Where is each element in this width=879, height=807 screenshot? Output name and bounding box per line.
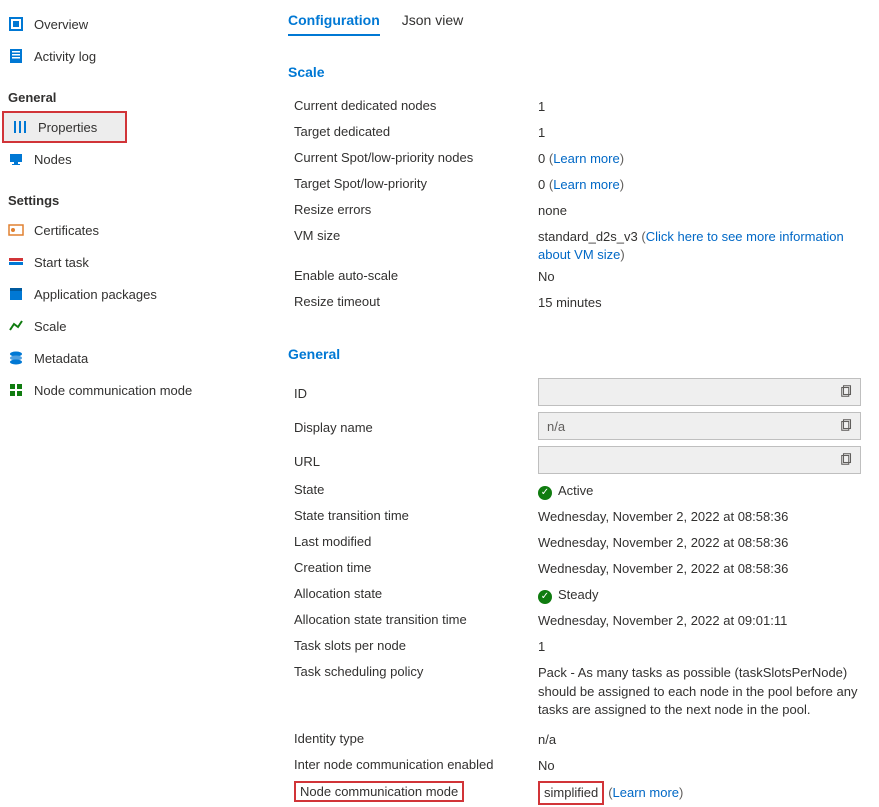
tab-json-view[interactable]: Json view: [402, 12, 463, 36]
sidebar-item-properties[interactable]: Properties: [4, 113, 125, 141]
learn-more-link[interactable]: Learn more: [553, 177, 619, 192]
activity-log-icon: [8, 48, 24, 64]
url-field[interactable]: [538, 446, 861, 474]
tabs: Configuration Json view: [288, 12, 869, 36]
scale-heading: Scale: [288, 64, 869, 80]
sidebar-item-label: Application packages: [34, 287, 157, 302]
highlight-node-comm-label: Node communication mode: [294, 781, 464, 802]
label-allocation-state-transition: Allocation state transition time: [294, 610, 538, 627]
sidebar-item-label: Metadata: [34, 351, 88, 366]
sidebar-item-certificates[interactable]: Certificates: [0, 214, 260, 246]
label-inter-node: Inter node communication enabled: [294, 755, 538, 772]
main-content: Configuration Json view Scale Current de…: [260, 0, 879, 807]
label-id: ID: [294, 384, 538, 401]
value-allocation-state-transition: Wednesday, November 2, 2022 at 09:01:11: [538, 610, 869, 630]
value-vm-size: standard_d2s_v3 (Click here to see more …: [538, 226, 869, 264]
label-state-transition: State transition time: [294, 506, 538, 523]
label-resize-timeout: Resize timeout: [294, 292, 538, 309]
start-task-icon: [8, 254, 24, 270]
sidebar-item-start-task[interactable]: Start task: [0, 246, 260, 278]
scale-icon: [8, 318, 24, 334]
sidebar-item-label: Activity log: [34, 49, 96, 64]
certificates-icon: [8, 222, 24, 238]
value-last-modified: Wednesday, November 2, 2022 at 08:58:36: [538, 532, 869, 552]
sidebar-item-node-communication-mode[interactable]: Node communication mode: [0, 374, 260, 406]
label-resize-errors: Resize errors: [294, 200, 538, 217]
label-last-modified: Last modified: [294, 532, 538, 549]
sidebar-item-scale[interactable]: Scale: [0, 310, 260, 342]
label-creation-time: Creation time: [294, 558, 538, 575]
sidebar: Overview Activity log General Properties…: [0, 0, 260, 807]
overview-icon: [8, 16, 24, 32]
label-task-slots: Task slots per node: [294, 636, 538, 653]
value-resize-errors: none: [538, 200, 869, 220]
highlight-node-comm-value: simplified: [538, 781, 604, 805]
label-node-comm: Node communication mode: [300, 784, 458, 799]
copy-icon[interactable]: [840, 418, 854, 435]
value-current-dedicated: 1: [538, 96, 869, 116]
sidebar-item-label: Properties: [38, 120, 97, 135]
check-icon: ✓: [538, 486, 552, 500]
sidebar-item-activity-log[interactable]: Activity log: [0, 40, 260, 72]
application-packages-icon: [8, 286, 24, 302]
learn-more-link[interactable]: Learn more: [553, 151, 619, 166]
sidebar-item-application-packages[interactable]: Application packages: [0, 278, 260, 310]
sidebar-section-settings: Settings: [0, 175, 260, 214]
tab-configuration[interactable]: Configuration: [288, 12, 380, 36]
value-task-scheduling: Pack - As many tasks as possible (taskSl…: [538, 662, 869, 719]
value-task-slots: 1: [538, 636, 869, 656]
sidebar-item-label: Node communication mode: [34, 383, 192, 398]
label-task-scheduling: Task scheduling policy: [294, 662, 538, 679]
id-field[interactable]: [538, 378, 861, 406]
label-enable-autoscale: Enable auto-scale: [294, 266, 538, 283]
value-inter-node: No: [538, 755, 869, 775]
copy-icon[interactable]: [840, 452, 854, 469]
properties-icon: [12, 119, 28, 135]
sidebar-item-label: Scale: [34, 319, 67, 334]
label-display-name: Display name: [294, 418, 538, 435]
display-name-field[interactable]: n/a: [538, 412, 861, 440]
check-icon: ✓: [538, 590, 552, 604]
sidebar-section-general: General: [0, 72, 260, 111]
general-group: General ID Display name n/a URL State✓Ac…: [288, 346, 869, 807]
copy-icon[interactable]: [840, 384, 854, 401]
highlight-properties: Properties: [2, 111, 127, 143]
scale-group: Scale Current dedicated nodes1 Target de…: [288, 64, 869, 316]
label-current-spot: Current Spot/low-priority nodes: [294, 148, 538, 165]
value-target-dedicated: 1: [538, 122, 869, 142]
sidebar-item-nodes[interactable]: Nodes: [0, 143, 260, 175]
sidebar-item-metadata[interactable]: Metadata: [0, 342, 260, 374]
label-target-spot: Target Spot/low-priority: [294, 174, 538, 191]
sidebar-item-label: Overview: [34, 17, 88, 32]
label-target-dedicated: Target dedicated: [294, 122, 538, 139]
label-identity-type: Identity type: [294, 729, 538, 746]
value-resize-timeout: 15 minutes: [538, 292, 869, 312]
label-state: State: [294, 480, 538, 497]
value-allocation-state: ✓Steady: [538, 584, 869, 604]
label-current-dedicated: Current dedicated nodes: [294, 96, 538, 113]
value-identity-type: n/a: [538, 729, 869, 749]
value-current-spot: 0 (Learn more): [538, 148, 869, 168]
metadata-icon: [8, 350, 24, 366]
sidebar-item-label: Nodes: [34, 152, 72, 167]
value-state-transition: Wednesday, November 2, 2022 at 08:58:36: [538, 506, 869, 526]
learn-more-link[interactable]: Learn more: [613, 785, 679, 800]
value-node-comm: simplified (Learn more): [538, 781, 869, 805]
node-communication-mode-icon: [8, 382, 24, 398]
value-creation-time: Wednesday, November 2, 2022 at 08:58:36: [538, 558, 869, 578]
sidebar-item-overview[interactable]: Overview: [0, 8, 260, 40]
label-url: URL: [294, 452, 538, 469]
value-enable-autoscale: No: [538, 266, 869, 286]
value-state: ✓Active: [538, 480, 869, 500]
value-target-spot: 0 (Learn more): [538, 174, 869, 194]
sidebar-item-label: Certificates: [34, 223, 99, 238]
label-allocation-state: Allocation state: [294, 584, 538, 601]
nodes-icon: [8, 151, 24, 167]
sidebar-item-label: Start task: [34, 255, 89, 270]
general-heading: General: [288, 346, 869, 362]
label-vm-size: VM size: [294, 226, 538, 243]
